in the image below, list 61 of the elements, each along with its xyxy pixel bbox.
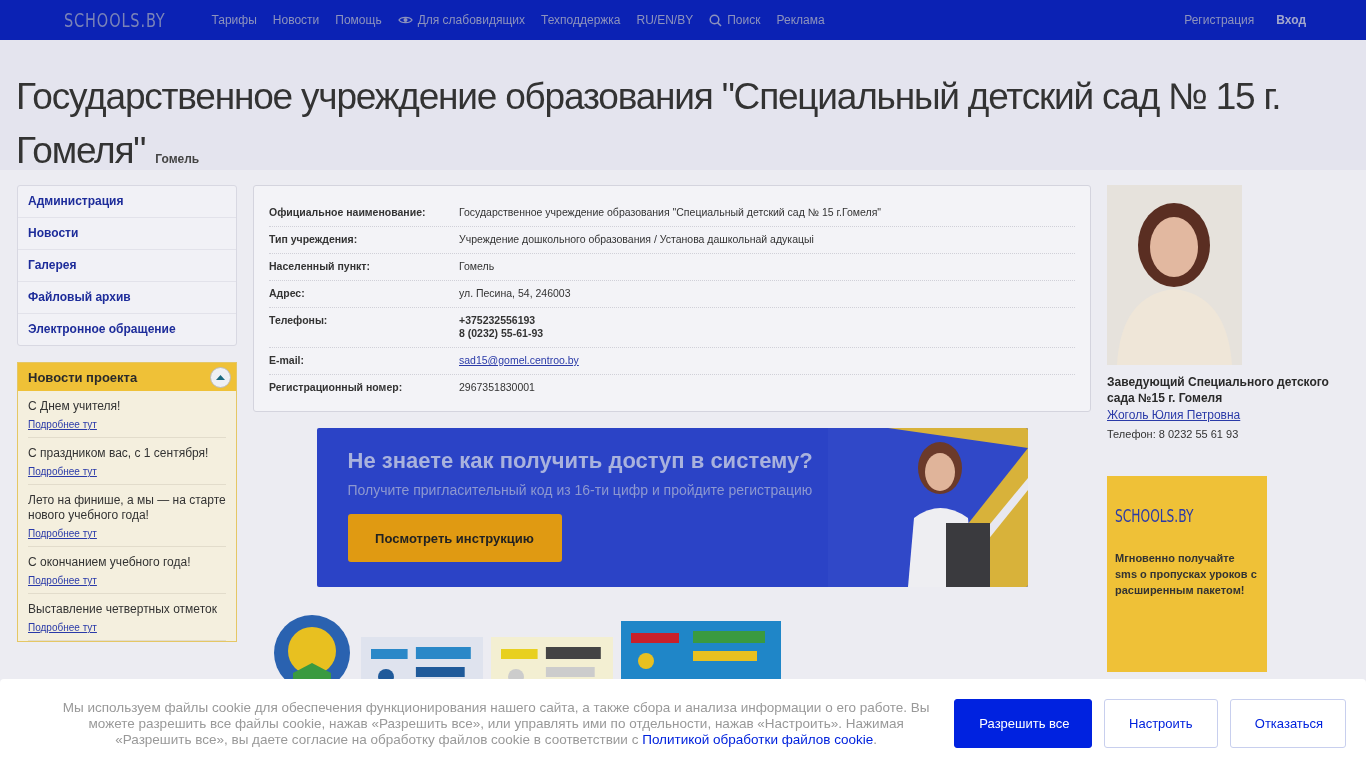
cookie-button[interactable]: Отказаться bbox=[1229, 699, 1346, 748]
nav-link[interactable]: Реклама bbox=[776, 13, 825, 27]
account-link[interactable]: Регистрация bbox=[1184, 13, 1255, 27]
field-label: Официальное наименование: bbox=[269, 206, 427, 219]
field-value: +375232556193 bbox=[459, 314, 537, 327]
ad-logo: SCHOOLS.BY bbox=[1115, 506, 1195, 526]
account-link[interactable]: Вход bbox=[1276, 13, 1306, 27]
news-title: С Днем учителя! bbox=[28, 399, 122, 414]
news-panel-title: Новости проекта bbox=[28, 369, 138, 385]
menu-item[interactable]: Файловый архив bbox=[18, 282, 236, 314]
field-label: E-mail: bbox=[269, 354, 305, 367]
field-value: Государственное учреждение образования "Специальный детский сад № 15 г.Гомеля" bbox=[459, 206, 883, 219]
nav-link[interactable]: Для слабовидящих bbox=[397, 13, 525, 27]
nav-link[interactable]: Помощь bbox=[335, 13, 382, 27]
news-title: С окончанием учебного года! bbox=[28, 555, 192, 570]
menu-item[interactable]: Новости bbox=[18, 218, 236, 250]
nav-link[interactable]: Новости bbox=[272, 13, 320, 27]
cookie-button[interactable]: Разрешить все bbox=[954, 699, 1092, 748]
ad-banner[interactable]: SCHOOLS.BY Мгновенно получайте sms о пропусках уроков с расширенным пакетом! bbox=[1107, 476, 1267, 672]
nav-link[interactable]: Тарифы bbox=[211, 13, 257, 27]
more-link[interactable]: Подробнее тут bbox=[28, 466, 226, 477]
search-icon bbox=[709, 13, 723, 27]
field-label: Регистрационный номер: bbox=[269, 381, 404, 394]
nav-link[interactable]: Поиск bbox=[709, 13, 761, 27]
more-link[interactable]: Подробнее тут bbox=[28, 419, 226, 430]
field-label: Населенный пункт: bbox=[269, 260, 371, 273]
cookie-text: Мы используем файлы cookie для обеспечения функционирования нашего сайта, а также сбора и анализа информации о его работе. Вы можете разрешить все файлы cookie, нажав «Разрешить все», или управлять ими по отдельности, нажав «Настроить». Нажимая «Разрешить все», вы даете согласие на обработку файлов cookie в соответствии с Политикой обработки файлов cookie. bbox=[61, 699, 931, 748]
nav-link[interactable]: RU/EN/BY bbox=[636, 13, 694, 27]
field-value: Гомель bbox=[459, 260, 496, 273]
head-position: Заведующий Специального детского сада №15 г. Гомеля bbox=[1107, 374, 1330, 406]
nav-link[interactable]: Техподдержка bbox=[541, 13, 621, 27]
field-value: 2967351830001 bbox=[459, 381, 536, 394]
head-phone: Телефон: 8 0232 55 61 93 bbox=[1107, 428, 1240, 440]
more-link[interactable]: Подробнее тут bbox=[28, 528, 226, 539]
field-label: Телефоны: bbox=[269, 314, 329, 328]
eye-icon bbox=[397, 15, 413, 25]
more-link[interactable]: Подробнее тут bbox=[28, 575, 226, 586]
news-title: Лето на финише, а мы — на старте нового учебного года! bbox=[28, 493, 226, 523]
banner-heading: Не знаете как получить доступ в систему? bbox=[347, 448, 814, 474]
caret-up-icon bbox=[216, 374, 225, 380]
banner-subheading: Получите пригласительный код из 16-ти цифр и пройдите регистрацию bbox=[347, 482, 814, 498]
city-label: Гомель bbox=[155, 152, 200, 166]
field-value: 8 (0232) 55-61-93 bbox=[459, 327, 545, 340]
field-value: Учреждение дошкольного образования / Установа дашкольнай адукацыі bbox=[459, 233, 815, 246]
menu-item[interactable]: Галерея bbox=[18, 250, 236, 282]
news-title: Выставление четвертных отметок bbox=[28, 602, 218, 617]
menu-item[interactable]: Электронное обращение bbox=[18, 314, 236, 345]
ad-text: Мгновенно получайте sms о пропусках уроков с расширенным пакетом! bbox=[1115, 551, 1258, 598]
cookie-button[interactable]: Настроить bbox=[1103, 699, 1218, 748]
cookie-policy-link[interactable]: Политикой обработки файлов cookie bbox=[642, 731, 874, 747]
field-label: Тип учреждения: bbox=[269, 233, 359, 246]
email-link[interactable]: sad15@gomel.centroo.by bbox=[459, 354, 1075, 367]
instruction-button[interactable]: Посмотреть инструкцию bbox=[347, 514, 562, 562]
field-label: Адрес: bbox=[269, 287, 306, 300]
news-title: С праздником вас, с 1 сентября! bbox=[28, 446, 210, 461]
menu-item[interactable]: Администрация bbox=[18, 186, 236, 218]
more-link[interactable]: Подробнее тут bbox=[28, 622, 226, 633]
page-title: Государственное учреждение образования "Специальный детский сад № 15 г. Гомеля" Гомель bbox=[16, 75, 1282, 170]
field-value: ул. Песина, 54, 246003 bbox=[459, 287, 572, 300]
collapse-button[interactable] bbox=[210, 366, 231, 388]
head-name-link[interactable]: Жоголь Юлия Петровна bbox=[1107, 408, 1347, 422]
